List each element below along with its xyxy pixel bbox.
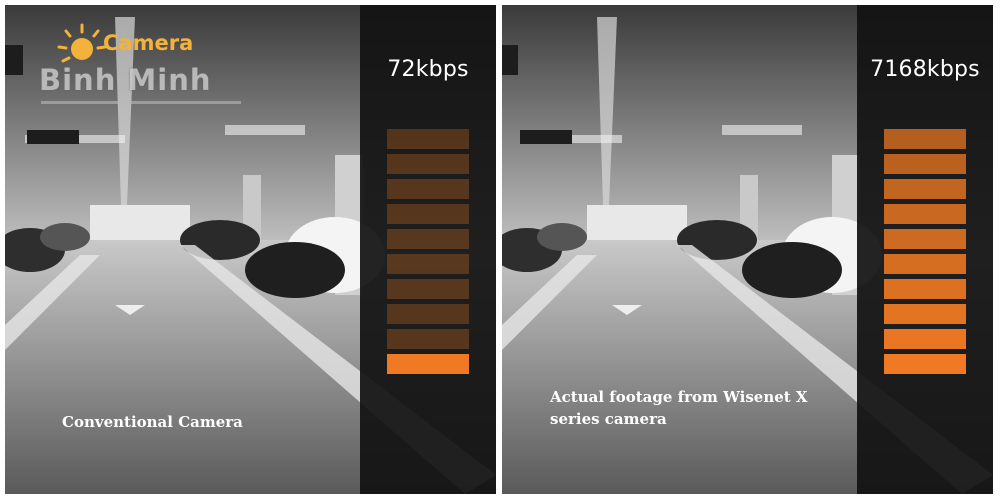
- brand-logo: Camera Binh Minh: [37, 13, 287, 113]
- bitrate-meter-segment: [884, 304, 966, 324]
- conventional-camera-panel: Camera Binh Minh 72kbps Conventional Cam…: [5, 5, 496, 494]
- bitrate-meter-segment: [387, 129, 469, 149]
- bitrate-overlay: 72kbps: [360, 5, 496, 494]
- bitrate-meter-segment: [884, 254, 966, 274]
- bitrate-meter-segment: [884, 354, 966, 374]
- bitrate-label: 72kbps: [387, 57, 469, 82]
- bitrate-meter-segment: [884, 329, 966, 349]
- bitrate-meter-segment: [387, 179, 469, 199]
- bitrate-meter-segment: [884, 279, 966, 299]
- bitrate-meter-segment: [387, 354, 469, 374]
- bitrate-meter-segment: [387, 229, 469, 249]
- bitrate-meter-segment: [884, 204, 966, 224]
- logo-brand-text: Binh Minh: [39, 63, 212, 97]
- bitrate-meter: [387, 129, 469, 379]
- wisenet-camera-panel: 7168kbps Actual footage from Wisenet X s…: [502, 5, 993, 494]
- bitrate-meter: [884, 129, 966, 379]
- logo-camera-text: Camera: [103, 31, 194, 55]
- logo-tagline-watermark: [41, 101, 241, 104]
- bitrate-meter-segment: [387, 154, 469, 174]
- bitrate-meter-segment: [387, 279, 469, 299]
- bitrate-meter-segment: [387, 254, 469, 274]
- bitrate-meter-segment: [387, 329, 469, 349]
- bitrate-meter-segment: [884, 129, 966, 149]
- camera-caption: Actual footage from Wisenet X series cam…: [550, 388, 808, 428]
- bitrate-meter-segment: [387, 204, 469, 224]
- bitrate-meter-segment: [884, 179, 966, 199]
- bitrate-meter-segment: [884, 229, 966, 249]
- bitrate-label: 7168kbps: [870, 57, 980, 82]
- bitrate-overlay: 7168kbps: [857, 5, 993, 494]
- camera-caption: Conventional Camera: [62, 413, 243, 431]
- bitrate-meter-segment: [387, 304, 469, 324]
- bitrate-meter-segment: [884, 154, 966, 174]
